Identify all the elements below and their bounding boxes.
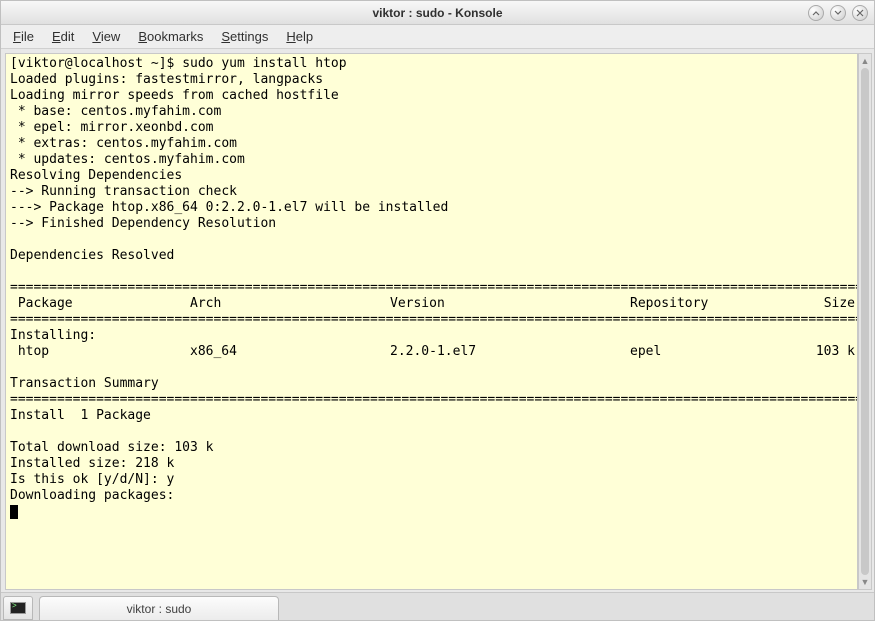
output-line: Dependencies Resolved: [10, 248, 853, 264]
output-line: Transaction Summary: [10, 376, 853, 392]
minimize-button[interactable]: [808, 5, 824, 21]
new-tab-button[interactable]: [3, 596, 33, 620]
output-line: * updates: centos.myfahim.com: [10, 152, 853, 168]
menu-bookmarks[interactable]: Bookmarks: [138, 29, 203, 44]
menu-file[interactable]: File: [13, 29, 34, 44]
output-line: Installing:: [10, 328, 853, 344]
menu-settings[interactable]: Settings: [221, 29, 268, 44]
output-line: --> Finished Dependency Resolution: [10, 216, 853, 232]
tabbar: viktor : sudo: [1, 592, 874, 620]
terminal[interactable]: [viktor@localhost ~]$ sudo yum install h…: [5, 53, 858, 590]
output-line: Is this ok [y/d/N]:: [10, 472, 167, 487]
divider-line: ========================================…: [10, 392, 853, 408]
maximize-button[interactable]: [830, 5, 846, 21]
terminal-icon: [10, 602, 26, 614]
table-header: PackageArchVersionRepositorySize: [10, 296, 853, 312]
user-input: y: [167, 472, 175, 487]
output-line: * epel: mirror.xeonbd.com: [10, 120, 853, 136]
divider-line: ========================================…: [10, 312, 853, 328]
menu-view[interactable]: View: [92, 29, 120, 44]
table-row: htopx86_642.2.0-1.el7epel103 k: [10, 344, 853, 360]
command: sudo yum install htop: [182, 56, 346, 71]
output-line: Loaded plugins: fastestmirror, langpacks: [10, 72, 853, 88]
tab-label: viktor : sudo: [127, 602, 192, 616]
output-line: Installed size: 218 k: [10, 456, 853, 472]
scroll-thumb[interactable]: [861, 68, 869, 575]
terminal-container: [viktor@localhost ~]$ sudo yum install h…: [1, 49, 874, 592]
output-line: ---> Package htop.x86_64 0:2.2.0-1.el7 w…: [10, 200, 853, 216]
output-line: * extras: centos.myfahim.com: [10, 136, 853, 152]
output-line: Total download size: 103 k: [10, 440, 853, 456]
output-line: * base: centos.myfahim.com: [10, 104, 853, 120]
konsole-window: viktor : sudo - Konsole File Edit View B…: [0, 0, 875, 621]
close-button[interactable]: [852, 5, 868, 21]
output-line: Install 1 Package: [10, 408, 853, 424]
divider-line: ========================================…: [10, 280, 853, 296]
prompt: [viktor@localhost ~]$: [10, 56, 182, 71]
output-line: Resolving Dependencies: [10, 168, 853, 184]
menu-help[interactable]: Help: [286, 29, 313, 44]
scrollbar[interactable]: ▲ ▼: [858, 53, 872, 590]
menubar: File Edit View Bookmarks Settings Help: [1, 25, 874, 49]
menu-edit[interactable]: Edit: [52, 29, 74, 44]
titlebar[interactable]: viktor : sudo - Konsole: [1, 1, 874, 25]
window-buttons: [808, 5, 868, 21]
scroll-up-icon[interactable]: ▲: [859, 54, 871, 68]
output-line: --> Running transaction check: [10, 184, 853, 200]
scroll-down-icon[interactable]: ▼: [859, 575, 871, 589]
output-line: Loading mirror speeds from cached hostfi…: [10, 88, 853, 104]
output-line: Downloading packages:: [10, 488, 853, 504]
cursor: [10, 505, 18, 519]
tab[interactable]: viktor : sudo: [39, 596, 279, 620]
window-title: viktor : sudo - Konsole: [372, 6, 502, 20]
